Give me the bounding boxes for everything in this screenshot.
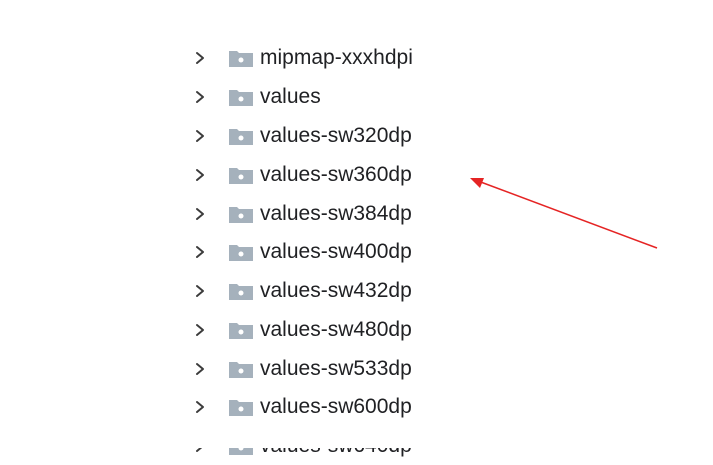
red-arrow-icon <box>470 178 658 249</box>
